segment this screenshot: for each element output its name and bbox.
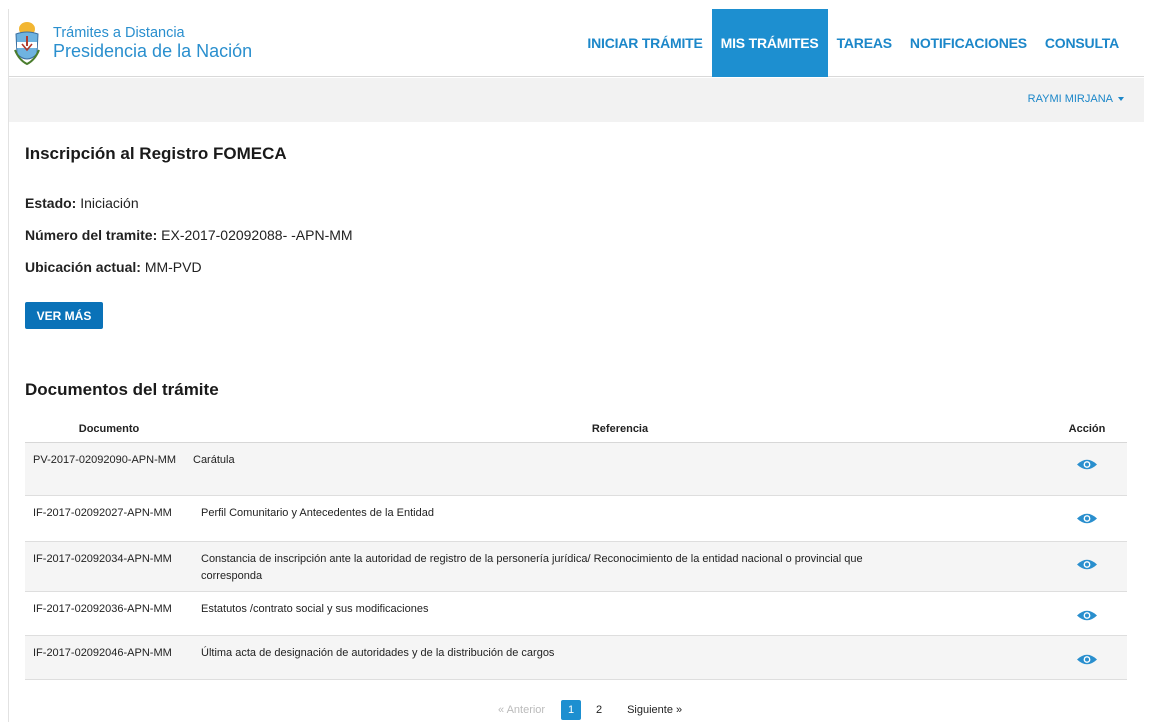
pagination-page-1[interactable]: 1 [561,700,582,720]
cell-referencia: Perfil Comunitario y Antecedentes de la … [201,507,434,519]
nav-notificaciones[interactable]: NOTIFICACIONES [901,9,1036,77]
table-body: PV-2017-02092090-APN-MM Carátula IF-2017… [25,443,1127,680]
main-nav: INICIAR TRÁMITE MIS TRÁMITES TAREAS NOTI… [578,9,1144,77]
column-header-documento: Documento [78,422,140,435]
pagination-page-2[interactable]: 2 [589,700,609,720]
page-title: Inscripción al Registro FOMECA [25,144,287,163]
ver-mas-button[interactable]: VER MÁS [25,302,103,329]
cell-accion [1047,592,1127,635]
nav-consulta[interactable]: CONSULTA [1036,9,1144,77]
pagination-next[interactable]: Siguiente » [627,704,682,716]
eye-icon[interactable] [1076,653,1098,666]
nav-mis-tramites[interactable]: MIS TRÁMITES [711,9,828,77]
user-name: RAYMI MIRJANA [1027,93,1113,105]
table-row: PV-2017-02092090-APN-MM Carátula [25,443,1127,496]
pagination-prev[interactable]: « Anterior [498,704,545,716]
pagination: « Anterior 1 2 Siguiente » [498,700,682,720]
cell-referencia: Última acta de designación de autoridade… [201,647,555,659]
cell-referencia: Estatutos /contrato social y sus modific… [201,603,429,615]
column-header-accion: Acción [1068,422,1106,435]
cell-documento: IF-2017-02092036-APN-MM [33,603,172,615]
cell-accion [1047,496,1127,541]
nav-iniciar-tramite[interactable]: INICIAR TRÁMITE [578,9,711,77]
numero-label: Número del tramite: [25,227,158,243]
estado-label: Estado: [25,195,77,211]
estado-row: Estado: Iniciación [25,195,139,211]
column-header-referencia: Referencia [591,422,649,435]
numero-value: EX-2017-02092088- -APN-MM [161,227,353,243]
user-bar: RAYMI MIRJANA [9,78,1144,122]
table-row: IF-2017-02092027-APN-MM Perfil Comunitar… [25,496,1127,542]
cell-documento: IF-2017-02092046-APN-MM [33,647,172,659]
ubicacion-value: MM-PVD [144,259,202,275]
ubicacion-row: Ubicación actual: MM-PVD [25,259,202,275]
eye-icon[interactable] [1076,512,1098,525]
ubicacion-label: Ubicación actual: [25,259,141,275]
table-row: IF-2017-02092036-APN-MM Estatutos /contr… [25,592,1127,636]
numero-row: Número del tramite: EX-2017-02092088- -A… [25,227,353,243]
eye-icon[interactable] [1076,458,1098,471]
brand-line-1: Trámites a Distancia [53,25,185,42]
cell-referencia: Constancia de inscripción ante la autori… [201,553,863,582]
eye-icon[interactable] [1076,558,1098,571]
brand[interactable]: Trámites a Distancia Presidencia de la N… [13,17,252,69]
caret-down-icon [1118,97,1124,102]
nav-tareas[interactable]: TAREAS [828,9,901,77]
eye-icon[interactable] [1076,609,1098,622]
cell-accion [1047,542,1127,591]
brand-line-2: Presidencia de la Nación [53,40,253,61]
documentos-title: Documentos del trámite [25,380,219,399]
table-row: IF-2017-02092046-APN-MM Última acta de d… [25,636,1127,680]
coat-of-arms-logo [13,20,41,66]
table-row: IF-2017-02092034-APN-MM Constancia de in… [25,542,1127,592]
cell-referencia: Carátula [193,454,235,466]
app-frame: Trámites a Distancia Presidencia de la N… [8,9,1144,722]
user-menu[interactable]: RAYMI MIRJANA [1028,93,1124,105]
documentos-table: Documento Referencia Acción PV-2017-0209… [25,415,1127,680]
estado-value: Iniciación [80,195,139,211]
cell-documento: IF-2017-02092027-APN-MM [33,507,172,519]
cell-documento: PV-2017-02092090-APN-MM [33,454,177,466]
top-header: Trámites a Distancia Presidencia de la N… [9,9,1144,77]
cell-accion [1047,443,1127,495]
cell-accion [1047,636,1127,679]
table-header: Documento Referencia Acción [25,415,1127,443]
cell-documento: IF-2017-02092034-APN-MM [33,553,172,565]
